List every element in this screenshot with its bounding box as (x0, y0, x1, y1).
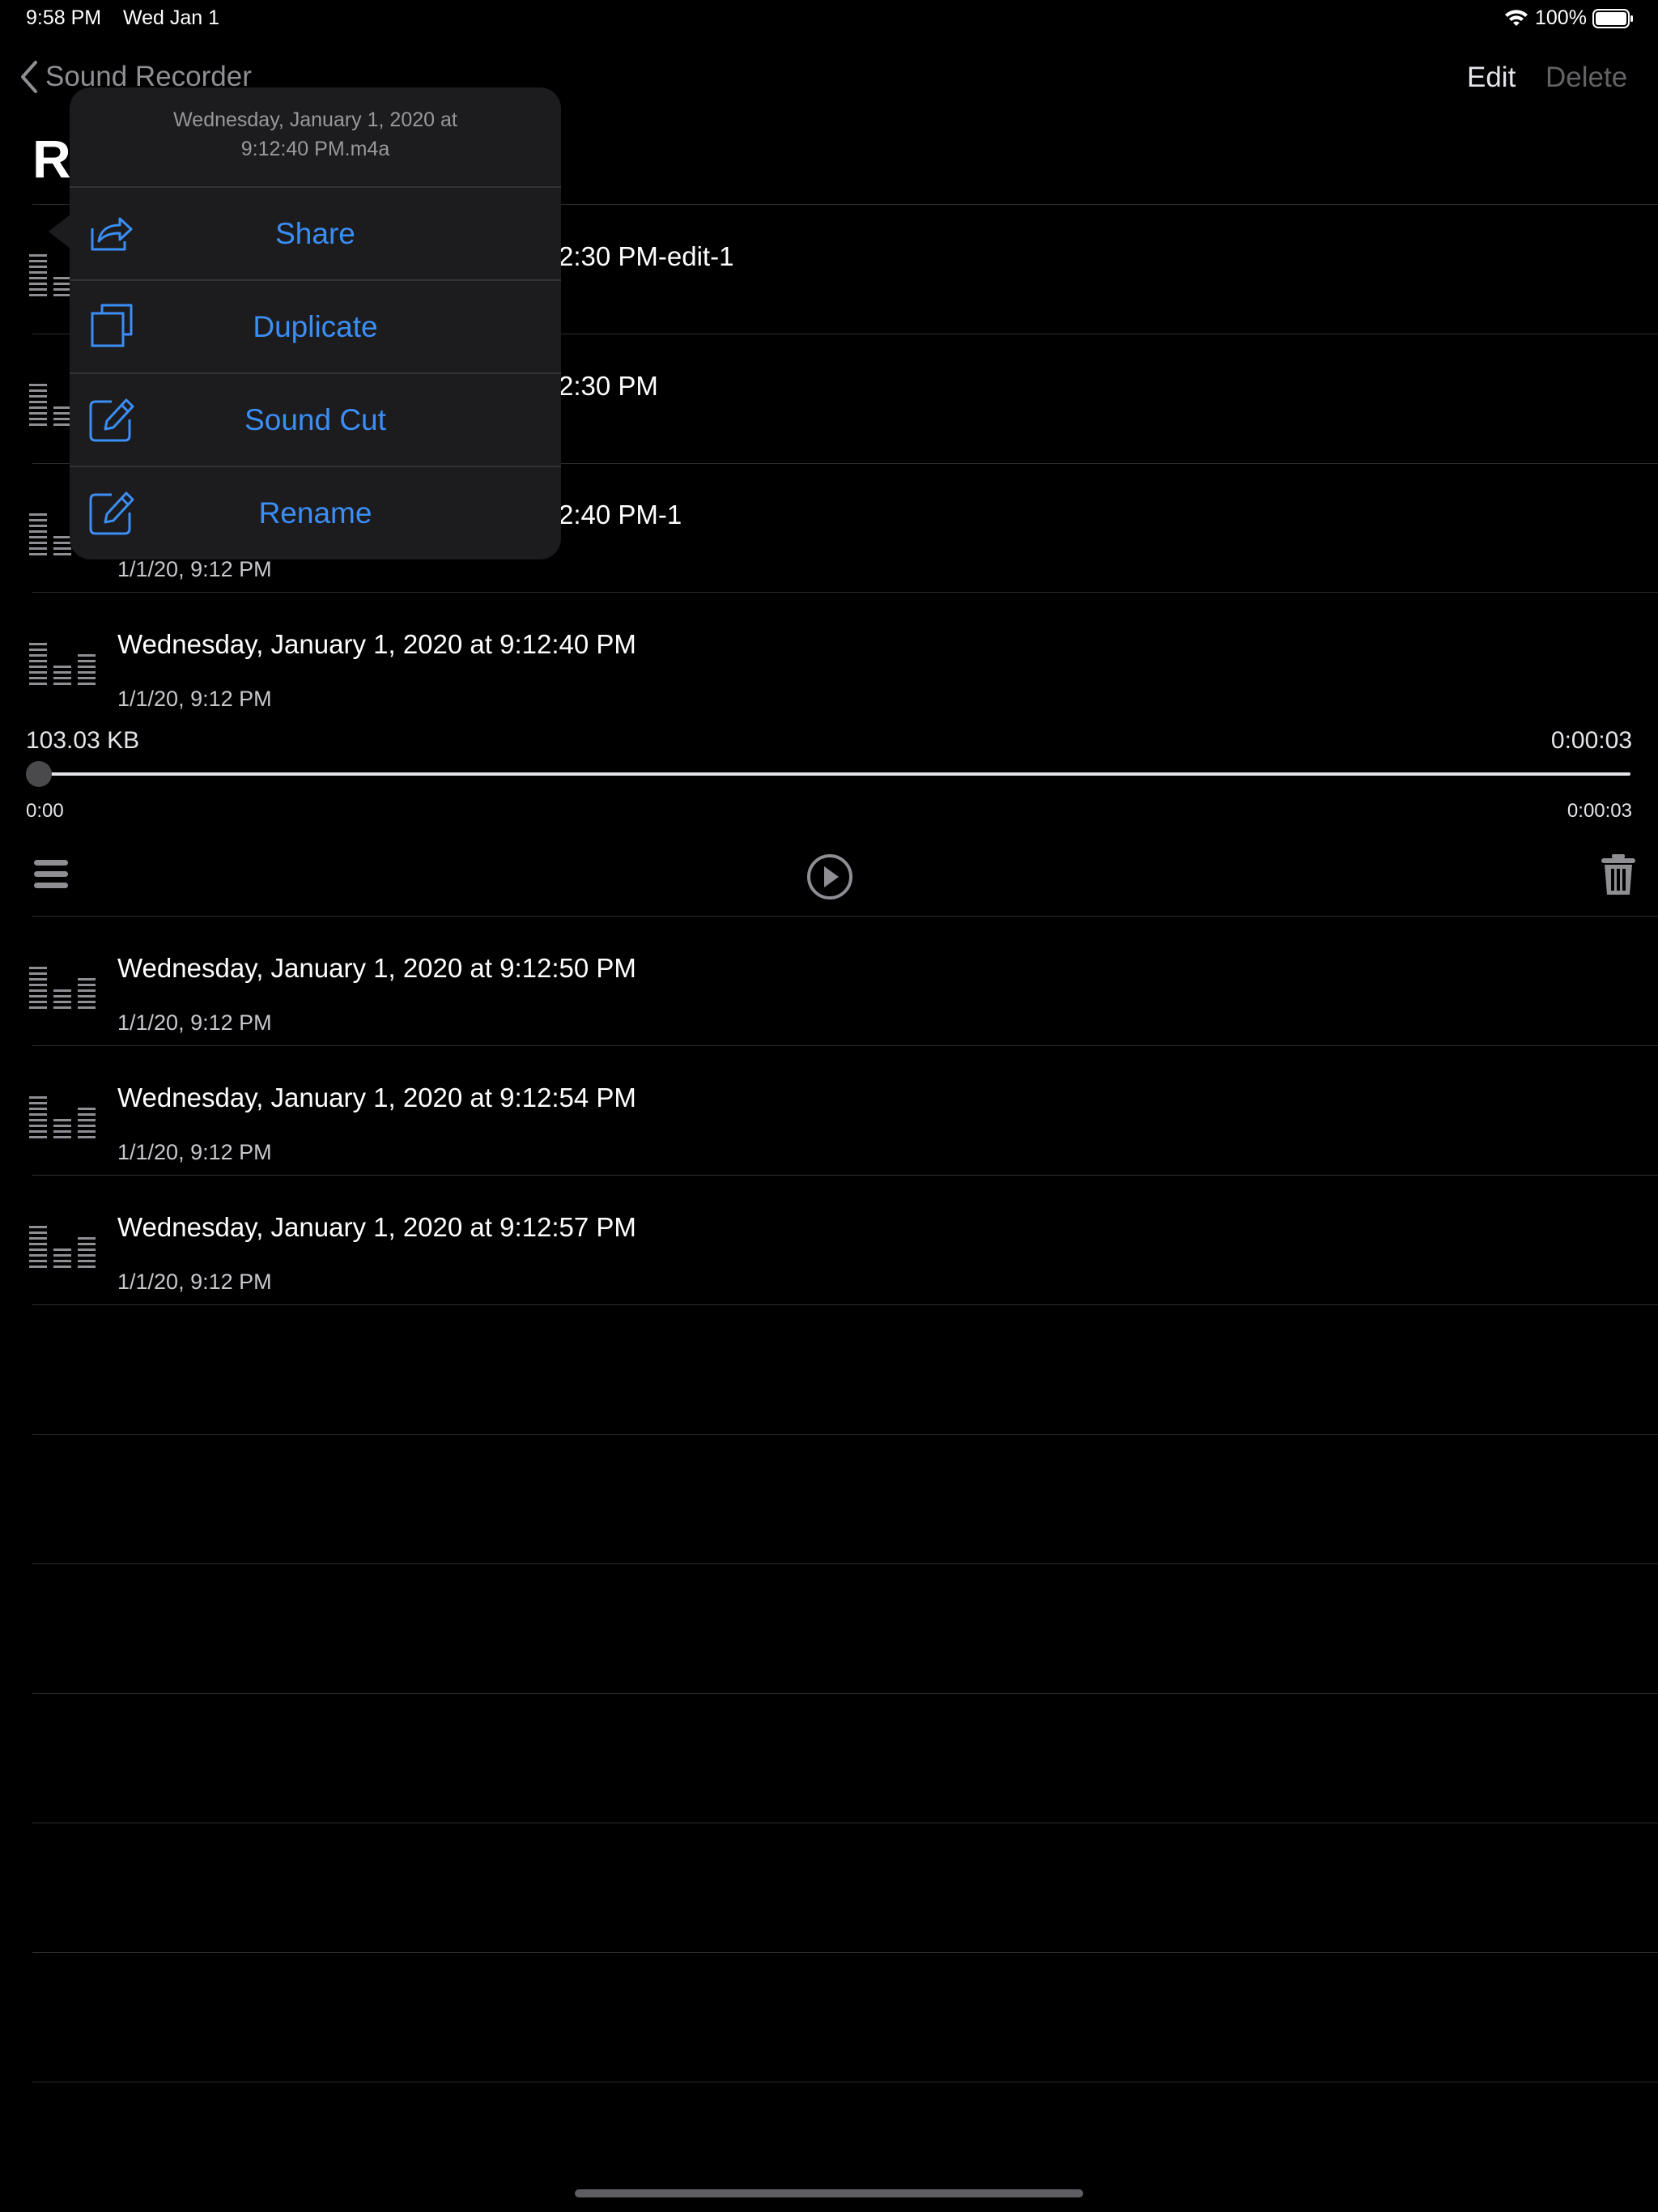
waveform-icon (29, 1226, 96, 1268)
separator (32, 1045, 1658, 1046)
popover-filename-line2: 9:12:40 PM.m4a (240, 138, 390, 160)
play-icon[interactable] (806, 853, 854, 901)
recording-date: 1/1/20, 9:12 PM (117, 687, 272, 711)
popover-filename-line1: Wednesday, January 1, 2020 at (173, 108, 457, 131)
share-menu-item[interactable]: Share (70, 186, 561, 280)
rename-label: Rename (258, 496, 372, 530)
waveform-icon (29, 643, 96, 685)
end-time: 0:00:03 (1567, 800, 1632, 822)
separator (32, 1175, 1658, 1176)
popover-arrow (49, 214, 71, 249)
playback-slider-track[interactable] (40, 772, 1630, 776)
menu-icon[interactable] (32, 857, 70, 892)
popover-header: Wednesday, January 1, 2020 at 9:12:40 PM… (70, 105, 561, 164)
separator (32, 592, 1658, 593)
recording-date: 1/1/20, 9:12 PM (117, 1270, 272, 1294)
file-size: 103.03 KB (26, 727, 140, 754)
recording-title[interactable]: Wednesday, January 1, 2020 at 9:12:54 PM (117, 1083, 636, 1113)
recording-date: 1/1/20, 9:12 PM (117, 1010, 272, 1035)
recording-date: 1/1/20, 9:12 PM (117, 1140, 272, 1164)
recording-date: 1/1/20, 9:12 PM (117, 557, 272, 581)
recording-title[interactable]: Wednesday, January 1, 2020 at 9:12:50 PM (117, 953, 636, 984)
separator (32, 1952, 1658, 1953)
edit-button[interactable]: Edit (1467, 62, 1516, 94)
separator (32, 1563, 1658, 1564)
trash-icon[interactable] (1600, 853, 1637, 895)
home-indicator[interactable] (575, 2189, 1083, 2197)
recording-title[interactable]: 2:30 PM-edit-1 (559, 241, 733, 272)
delete-button[interactable]: Delete (1545, 62, 1627, 94)
waveform-icon (29, 1096, 96, 1138)
elapsed-time: 0:00 (26, 800, 64, 822)
action-popover: Wednesday, January 1, 2020 at 9:12:40 PM… (70, 87, 561, 559)
playback-slider-thumb[interactable] (26, 761, 52, 787)
separator (32, 1693, 1658, 1694)
separator (32, 1304, 1658, 1305)
waveform-icon (29, 967, 96, 1009)
share-label: Share (275, 217, 355, 250)
duration-label: 0:00:03 (1550, 727, 1632, 754)
recording-title[interactable]: 2:40 PM-1 (559, 500, 682, 530)
recording-title[interactable]: Wednesday, January 1, 2020 at 9:12:40 PM (117, 629, 636, 660)
chevron-left-icon (21, 61, 37, 93)
battery-percent: 100% (1535, 6, 1587, 29)
rename-menu-item[interactable]: Rename (70, 466, 561, 559)
duplicate-label: Duplicate (253, 310, 378, 343)
duplicate-menu-item[interactable]: Duplicate (70, 279, 561, 373)
battery-icon (1592, 9, 1633, 28)
status-date: Wed Jan 1 (123, 6, 220, 29)
wifi-icon (1505, 10, 1528, 26)
separator (32, 1434, 1658, 1435)
recording-title[interactable]: Wednesday, January 1, 2020 at 9:12:57 PM (117, 1212, 636, 1243)
recording-title[interactable]: 2:30 PM (559, 371, 658, 402)
sound-cut-label: Sound Cut (244, 403, 386, 436)
sound-cut-menu-item[interactable]: Sound Cut (70, 372, 561, 466)
status-time: 9:58 PM (26, 6, 102, 29)
separator (32, 916, 1658, 917)
